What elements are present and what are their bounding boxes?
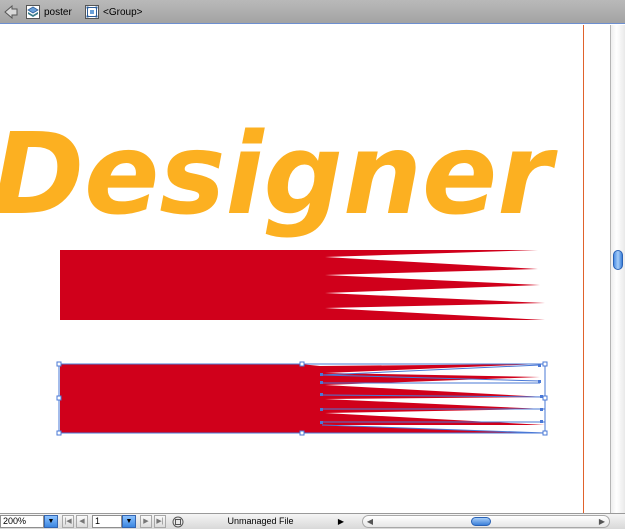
document-canvas[interactable]: Designer xyxy=(0,25,610,513)
page-dropdown-button[interactable]: ▼ xyxy=(122,515,136,528)
title-artwork[interactable]: Designer xyxy=(0,110,559,240)
scroll-right-arrow[interactable]: ▶ xyxy=(597,515,607,528)
vertical-scrollbar[interactable] xyxy=(610,25,625,513)
page-number-field[interactable]: 1 xyxy=(92,515,122,528)
back-arrow-icon[interactable] xyxy=(4,5,18,19)
breadcrumb: poster <Group> xyxy=(0,0,625,24)
red-stripe-shape[interactable] xyxy=(60,250,545,320)
last-page-button[interactable]: ▶| xyxy=(154,515,166,528)
breadcrumb-item-poster[interactable]: poster xyxy=(26,4,72,20)
artboard-edge xyxy=(583,25,584,513)
horizontal-scrollbar[interactable]: ◀ ▶ xyxy=(362,515,610,528)
layer-icon xyxy=(26,5,40,19)
status-bar: 200% ▼ |◀ ◀ 1 ▼ ▶ ▶| Unmanaged File ▶ ◀ … xyxy=(0,513,625,529)
horizontal-scroll-thumb[interactable] xyxy=(471,517,491,526)
selected-group[interactable] xyxy=(56,361,548,436)
status-text[interactable]: Unmanaged File xyxy=(188,515,333,528)
first-page-button[interactable]: |◀ xyxy=(62,515,74,528)
breadcrumb-item-group[interactable]: <Group> xyxy=(85,4,142,20)
next-page-button[interactable]: ▶ xyxy=(140,515,152,528)
scroll-left-arrow[interactable]: ◀ xyxy=(365,515,375,528)
breadcrumb-label-group: <Group> xyxy=(103,6,143,18)
breadcrumb-label-poster: poster xyxy=(44,6,72,18)
prev-page-button[interactable]: ◀ xyxy=(76,515,88,528)
status-menu-arrow[interactable]: ▶ xyxy=(336,515,346,528)
group-icon xyxy=(85,5,99,19)
version-cue-icon[interactable] xyxy=(172,516,184,528)
zoom-dropdown-button[interactable]: ▼ xyxy=(44,515,58,528)
zoom-field[interactable]: 200% xyxy=(0,515,44,528)
red-stripe-shape-selected[interactable] xyxy=(60,364,545,433)
vertical-scroll-thumb[interactable] xyxy=(613,250,623,270)
artwork: Designer xyxy=(0,110,559,436)
